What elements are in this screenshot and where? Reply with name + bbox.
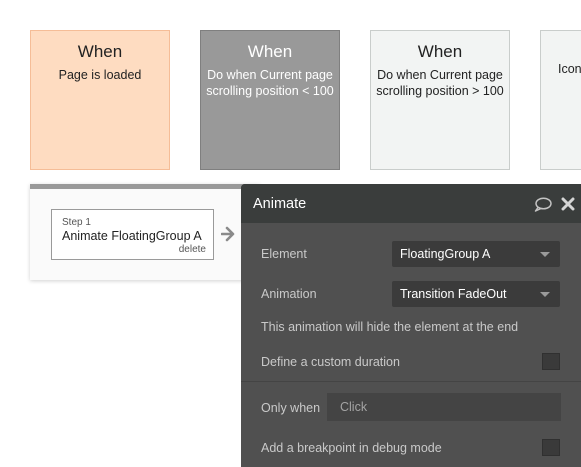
chevron-down-icon [540,252,550,257]
event-description: Page is loaded [58,68,142,82]
divider [241,381,581,382]
step-number: Step 1 [62,217,91,228]
comment-icon[interactable] [534,197,552,212]
event-description: Do when Current page scrolling position … [376,68,504,98]
event-description: Do when Current page scrolling position … [206,68,334,98]
only-when-input[interactable]: Click [327,393,561,421]
step-action: Animate FloatingGroup A [62,229,202,243]
only-when-label: Only when [261,401,321,415]
breakpoint-checkbox[interactable] [542,439,560,456]
event-when-label: When [77,42,123,61]
event-description: Icon cir [558,62,581,76]
animate-action-panel: Animate Element FloatingGroup A Animatio… [241,184,581,467]
workflow-steps-panel: Step 1 Animate FloatingGroup A delete [30,184,260,280]
event-card-scroll-greater[interactable]: When Do when Current page scrolling posi… [370,30,510,170]
step-delete-link[interactable]: delete [179,244,206,255]
arrow-right-icon [221,226,235,242]
only-when-placeholder: Click [340,400,368,414]
panel-header: Animate [241,184,581,223]
animation-dropdown[interactable]: Transition FadeOut [392,281,560,307]
element-label: Element [261,247,307,261]
custom-duration-label: Define a custom duration [261,355,400,369]
close-icon[interactable] [561,197,575,211]
workflow-step[interactable]: Step 1 Animate FloatingGroup A delete [51,209,214,260]
event-when-label: When [247,42,293,61]
animation-info-text: This animation will hide the element at … [261,320,519,334]
element-dropdown-value: FloatingGroup A [400,247,491,261]
event-card-scroll-less[interactable]: When Do when Current page scrolling posi… [200,30,340,170]
event-when-label: When [417,42,463,61]
workflow-editor: When Page is loaded When Do when Current… [0,0,581,467]
panel-title: Animate [253,196,307,212]
element-dropdown[interactable]: FloatingGroup A [392,241,560,267]
animation-label: Animation [261,287,317,301]
event-card-partial[interactable]: Icon cir [540,30,581,170]
animation-dropdown-value: Transition FadeOut [400,287,507,301]
chevron-down-icon [540,292,550,297]
event-card-page-loaded[interactable]: When Page is loaded [30,30,170,170]
custom-duration-checkbox[interactable] [542,353,560,370]
breakpoint-label: Add a breakpoint in debug mode [261,441,442,455]
